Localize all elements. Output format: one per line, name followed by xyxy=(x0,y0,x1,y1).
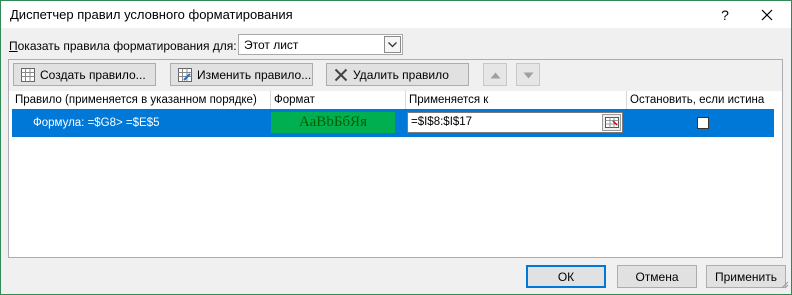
edit-rule-button[interactable]: Изменить правило... xyxy=(170,63,313,86)
move-up-button[interactable] xyxy=(483,63,507,86)
help-icon: ? xyxy=(721,6,729,23)
rules-grid-header: Правило (применяется в указанном порядке… xyxy=(12,91,779,109)
format-preview: АаBbБбЯя xyxy=(271,112,395,133)
ok-button[interactable]: ОК xyxy=(526,265,606,288)
range-select-icon[interactable] xyxy=(602,114,621,131)
delete-icon xyxy=(333,67,349,83)
column-header-applies-to[interactable]: Применяется к xyxy=(406,91,627,109)
move-down-button[interactable] xyxy=(516,63,540,86)
chevron-down-icon[interactable] xyxy=(384,36,401,53)
rule-formula: Формула: =$G8> =$E$5 xyxy=(33,117,160,129)
cancel-button[interactable]: Отмена xyxy=(617,265,697,288)
show-rules-value: Этот лист xyxy=(244,38,299,52)
rules-panel: Создать правило... Изменить правило... У… xyxy=(8,59,783,258)
edit-rule-label: Изменить правило... xyxy=(197,67,312,82)
new-rule-icon xyxy=(20,67,36,83)
rules-toolbar: Создать правило... Изменить правило... У… xyxy=(9,60,782,91)
close-icon xyxy=(761,9,773,21)
resize-grip-icon[interactable] xyxy=(779,278,789,292)
show-rules-label: Показать правила форматирования для: xyxy=(9,39,237,53)
column-header-rule[interactable]: Правило (применяется в указанном порядке… xyxy=(12,91,271,109)
column-header-stop-if-true[interactable]: Остановить, если истина xyxy=(627,91,779,109)
rule-row[interactable]: Формула: =$G8> =$E$5 АаBbБбЯя =$I$8:$I$1… xyxy=(12,109,774,137)
help-button[interactable]: ? xyxy=(705,1,745,28)
show-rules-select[interactable]: Этот лист xyxy=(238,34,403,55)
edit-rule-icon xyxy=(177,67,193,83)
arrow-down-icon xyxy=(523,68,534,82)
stop-if-true-checkbox[interactable] xyxy=(697,117,709,129)
new-rule-button[interactable]: Создать правило... xyxy=(13,63,156,86)
delete-rule-label: Удалить правило xyxy=(353,67,449,82)
applies-to-value: =$I$8:$I$17 xyxy=(411,116,473,128)
dialog-title: Диспетчер правил условного форматировани… xyxy=(10,7,293,22)
apply-button[interactable]: Применить xyxy=(706,265,786,288)
arrow-up-icon xyxy=(490,68,501,82)
new-rule-label: Создать правило... xyxy=(40,67,146,82)
title-bar: Диспетчер правил условного форматировани… xyxy=(1,1,791,28)
delete-rule-button[interactable]: Удалить правило xyxy=(326,63,469,86)
applies-to-field[interactable]: =$I$8:$I$17 xyxy=(407,112,623,133)
close-button[interactable] xyxy=(747,1,787,28)
conditional-formatting-manager-dialog: Диспетчер правил условного форматировани… xyxy=(0,0,792,295)
column-header-format[interactable]: Формат xyxy=(271,91,406,109)
